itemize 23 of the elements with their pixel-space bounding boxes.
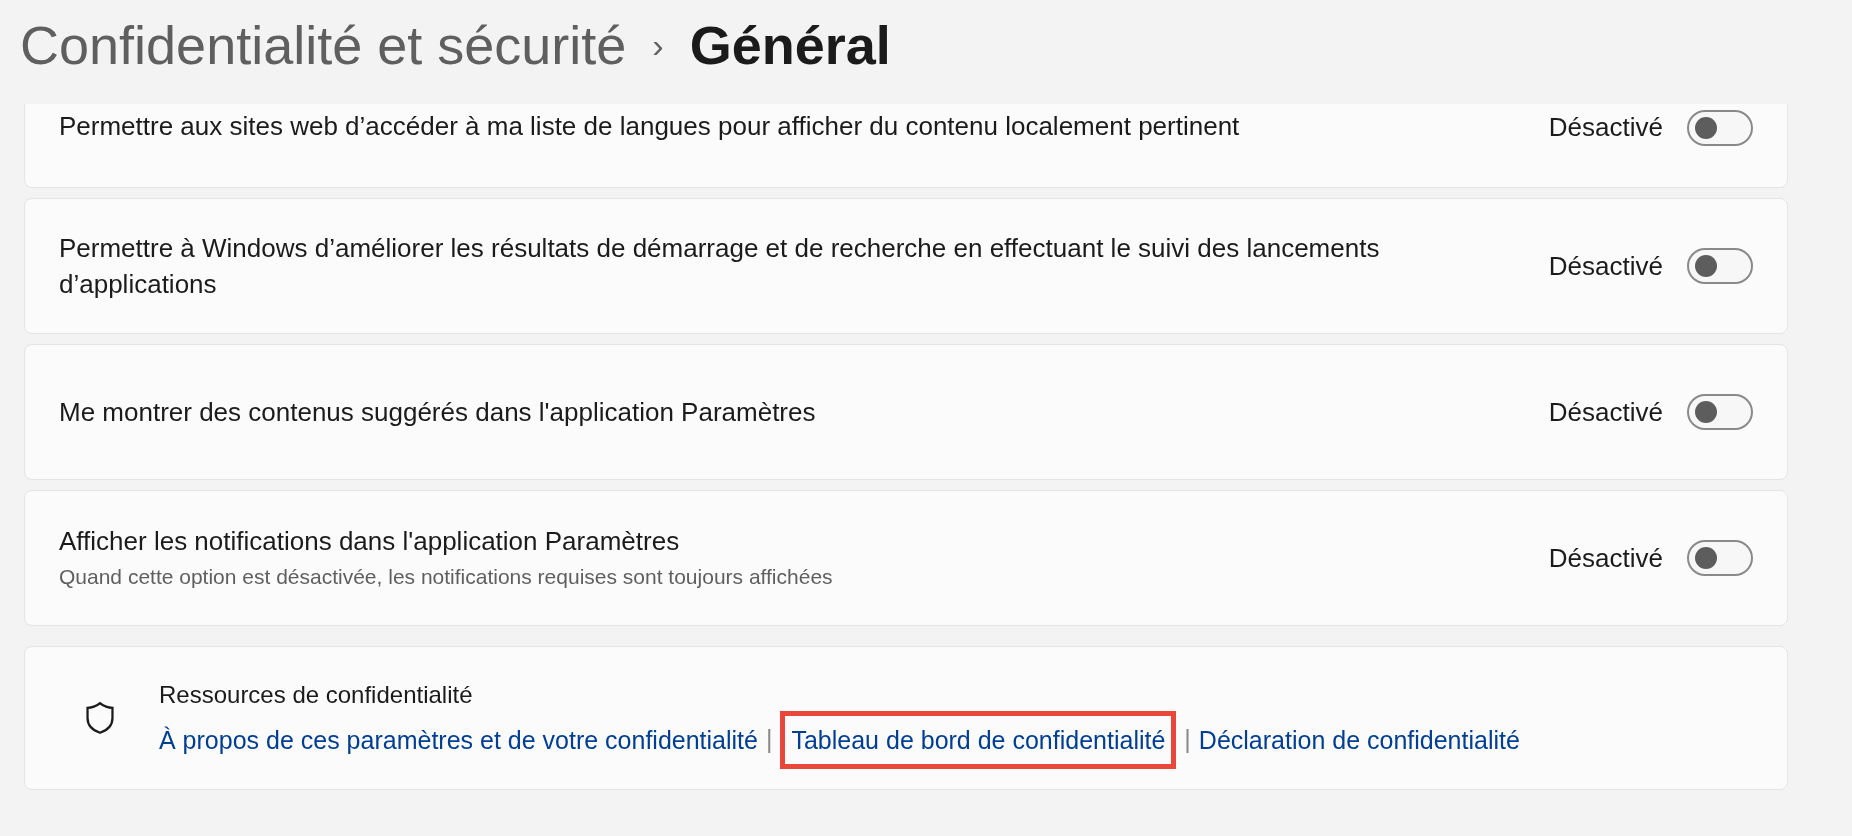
privacy-link[interactable]: À propos de ces paramètres et de votre confidentialité: [159, 726, 758, 754]
setting-label: Permettre aux sites web d’accéder à ma liste de langues pour afficher du contenu localement pertinent: [59, 110, 1240, 143]
resources-title: Ressources de confidentialité: [159, 680, 474, 711]
breadcrumb-separator: ›: [652, 24, 664, 66]
setting-description: Quand cette option est désactivée, les notifications requises sont toujours affichées: [59, 564, 833, 591]
toggle-state-label: Désactivé: [1548, 249, 1663, 283]
toggle-switch[interactable]: [1687, 248, 1753, 284]
setting-label: Permettre à Windows d’améliorer les résultats de démarrage et de recherche en effectuant le suivi des lancements d’applications: [59, 232, 1381, 301]
toggle-state-label: Désactivé: [1548, 395, 1663, 429]
privacy-link[interactable]: Tableau de bord de confidentialité: [791, 726, 1166, 754]
breadcrumb-parent[interactable]: Confidentialité et sécurité: [20, 4, 627, 86]
page-title: Général: [689, 13, 891, 77]
link-separator: |: [765, 724, 773, 756]
shield-icon: [85, 701, 115, 735]
toggle-switch[interactable]: [1687, 540, 1753, 576]
toggle-switch[interactable]: [1687, 394, 1753, 430]
privacy-link[interactable]: Déclaration de confidentialité: [1198, 726, 1520, 754]
toggle-state-label: Désactivé: [1548, 111, 1663, 144]
setting-label: Me montrer des contenus suggérés dans l'application Paramètres: [59, 396, 816, 429]
link-separator: |: [1184, 724, 1191, 756]
setting-label: Afficher les notifications dans l'application Paramètres: [59, 525, 681, 559]
toggle-state-label: Désactivé: [1548, 541, 1663, 575]
toggle-switch[interactable]: [1687, 109, 1753, 146]
